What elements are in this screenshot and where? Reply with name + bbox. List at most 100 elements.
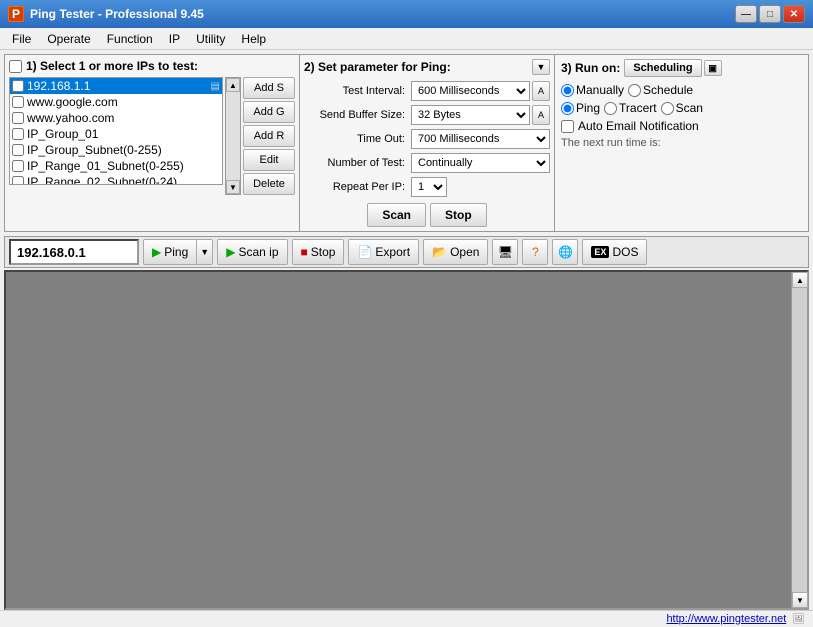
manually-radio[interactable] [561,84,574,97]
menu-help[interactable]: Help [233,30,274,48]
ping-button-group: ▶ Ping ▼ [143,239,213,265]
results-scrollbar: ▲ ▼ [791,272,807,608]
scan-ip-button[interactable]: ▶ Scan ip [217,239,287,265]
test-type-radio-group: Ping Tracert Scan [561,101,802,115]
ping-button[interactable]: ▶ Ping [143,239,197,265]
results-scroll-track[interactable] [792,288,807,592]
ping-radio[interactable] [561,102,574,115]
param-row-numtest: Number of Test: Continually 10 100 [304,153,550,173]
browser-icon-button[interactable]: 🌐 [552,239,578,265]
menu-operate[interactable]: Operate [39,30,98,48]
window-controls: — □ ✕ [735,5,805,23]
add-r-button[interactable]: Add R [243,125,295,147]
scan-button[interactable]: Scan [367,203,426,227]
results-area: ▲ ▼ [4,270,809,610]
list-item[interactable]: www.yahoo.com [10,110,222,126]
menu-file[interactable]: File [4,30,39,48]
schedule-radio[interactable] [628,84,641,97]
add-s-button[interactable]: Add S [243,77,295,99]
list-item[interactable]: 192.168.1.1 ▤ [10,78,222,94]
close-button[interactable]: ✕ [783,5,805,23]
statusbar-icon: 🖼 [792,614,805,625]
timeout-select[interactable]: 700 Milliseconds 1 Second 2 Seconds [411,129,550,149]
ip-checkbox[interactable] [12,112,24,124]
ip-checkbox[interactable] [12,176,24,185]
stop-icon: ■ [301,245,308,259]
open-icon: 📂 [432,245,447,259]
send-buffer-select[interactable]: 32 Bytes 64 Bytes 128 Bytes [411,105,530,125]
ip-checkbox[interactable] [12,160,24,172]
numtest-select[interactable]: Continually 10 100 [411,153,550,173]
add-g-button[interactable]: Add G [243,101,295,123]
export-button[interactable]: 📄 Export [348,239,419,265]
edit-button[interactable]: Edit [243,149,295,171]
app-icon: P [8,6,24,22]
network-icon-button[interactable]: 🖥 [492,239,518,265]
menu-ip[interactable]: IP [161,30,188,48]
titlebar: P Ping Tester - Professional 9.45 — □ ✕ [0,0,813,28]
tracert-radio-label[interactable]: Tracert [604,101,657,115]
panel1-ip-selection: 1) Select 1 or more IPs to test: 192.168… [5,55,300,231]
list-item[interactable]: www.google.com [10,94,222,110]
scan-radio[interactable] [661,102,674,115]
run-mode-radio-group: Manually Schedule [561,83,802,97]
schedule-radio-label[interactable]: Schedule [628,83,693,97]
list-item[interactable]: IP_Range_01_Subnet(0-255) [10,158,222,174]
param-label-buffer: Send Buffer Size: [304,109,409,121]
list-item[interactable]: IP_Group_01 [10,126,222,142]
dos-icon: EX [591,246,609,258]
panel2-ping-params: 2) Set parameter for Ping: ▼ Test Interv… [300,55,555,231]
export-icon: 📄 [357,245,372,259]
open-button[interactable]: 📂 Open [423,239,488,265]
scheduling-button[interactable]: Scheduling [624,59,701,77]
ip-checkbox[interactable] [12,96,24,108]
scan-icon: ▶ [226,245,235,259]
panel1-header: 1) Select 1 or more IPs to test: [9,59,295,73]
interval-a-button[interactable]: A [532,81,550,101]
auto-email-row: Auto Email Notification [561,119,802,133]
manually-radio-label[interactable]: Manually [561,83,624,97]
ip-checkbox[interactable] [12,128,24,140]
help-icon: ? [532,245,539,259]
help-icon-button[interactable]: ? [522,239,548,265]
scroll-down-button[interactable]: ▼ [226,180,240,194]
scroll-down-results[interactable]: ▼ [792,592,808,608]
list-item[interactable]: IP_Range_02_Subnet(0-24) [10,174,222,185]
panel2-dropdown-button[interactable]: ▼ [532,59,550,75]
ping-play-icon: ▶ [152,245,161,259]
param-row-timeout: Time Out: 700 Milliseconds 1 Second 2 Se… [304,129,550,149]
website-link[interactable]: http://www.pingtester.net [666,613,786,625]
panel3-run-on: 3) Run on: Scheduling ▣ Manually Schedul… [555,55,808,231]
delete-button[interactable]: Delete [243,173,295,195]
network-icon: 🖥 [498,245,513,259]
tracert-radio[interactable] [604,102,617,115]
scan-radio-label[interactable]: Scan [661,101,703,115]
window-title: Ping Tester - Professional 9.45 [30,7,735,21]
toolbar: 192.168.0.1 ▶ Ping ▼ ▶ Scan ip ■ Stop 📄 … [4,236,809,268]
ip-checkbox[interactable] [12,80,24,92]
select-all-checkbox[interactable] [9,60,22,73]
repeat-select[interactable]: 1 2 3 [411,177,447,197]
ping-dropdown-button[interactable]: ▼ [197,239,213,265]
scan-stop-row: Scan Stop [304,203,550,227]
test-interval-select[interactable]: 600 Milliseconds 700 Milliseconds 1 Seco… [411,81,530,101]
auto-email-checkbox[interactable] [561,120,574,133]
ip-checkbox[interactable] [12,144,24,156]
scroll-up-button[interactable]: ▲ [226,78,240,92]
buffer-a-button[interactable]: A [532,105,550,125]
minimize-button[interactable]: — [735,5,757,23]
ping-radio-label[interactable]: Ping [561,101,600,115]
ip-list[interactable]: 192.168.1.1 ▤ www.google.com www.yahoo.c… [9,77,223,185]
statusbar: http://www.pingtester.net 🖼 [0,610,813,627]
scroll-up-results[interactable]: ▲ [792,272,808,288]
ip-list-scrollbar[interactable]: ▲ ▼ [225,77,241,195]
ip-list-container: 192.168.1.1 ▤ www.google.com www.yahoo.c… [9,77,295,195]
menu-function[interactable]: Function [99,30,161,48]
stop-toolbar-button[interactable]: ■ Stop [292,239,345,265]
menu-utility[interactable]: Utility [188,30,233,48]
list-item[interactable]: IP_Group_Subnet(0-255) [10,142,222,158]
panel3-square-button[interactable]: ▣ [704,60,722,76]
stop-button[interactable]: Stop [430,203,487,227]
maximize-button[interactable]: □ [759,5,781,23]
dos-button[interactable]: EX DOS [582,239,647,265]
